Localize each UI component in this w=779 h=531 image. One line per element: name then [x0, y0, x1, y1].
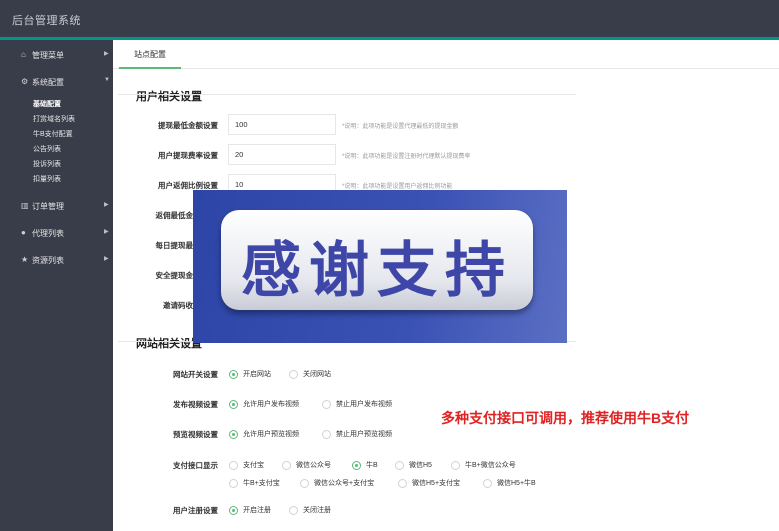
sidebar-item-label: 代理列表: [32, 229, 64, 238]
sidebar-item-label: 订单管理: [32, 202, 64, 211]
radio-label: 微信公众号+支付宝: [314, 480, 375, 487]
sidebar-subitem-complaint-list[interactable]: 投诉列表: [33, 159, 61, 169]
field-label: 提现最低金额设置: [158, 121, 218, 130]
radio-label: 微信公众号: [296, 462, 331, 469]
sidebar-item-orders[interactable]: ▥ 订单管理 ▶: [0, 193, 113, 219]
sidebar-item-resources[interactable]: ★ 资源列表 ▶: [0, 247, 113, 273]
sidebar-item-label: 系统配置: [32, 78, 64, 87]
tab-bar: 站点配置: [113, 40, 779, 69]
gears-icon: ⚙: [21, 77, 29, 86]
field-help: *说明：此项功能是设置用户返佣比例功能: [342, 184, 453, 190]
radio-circle: [483, 479, 492, 488]
withdraw-fee-rate-input[interactable]: 20: [228, 144, 336, 165]
field-label: 预览视频设置: [173, 430, 218, 439]
radio-circle: [322, 400, 331, 409]
radio-label: 牛B: [366, 462, 378, 469]
radio-label: 允许用户预览视频: [243, 431, 299, 438]
field-label: 支付接口显示: [173, 461, 218, 470]
sidebar-item-label: 管理菜单: [32, 51, 64, 60]
sidebar-subitem-payment-config[interactable]: 牛B支付配置: [33, 129, 73, 139]
app-title: 后台管理系统: [12, 15, 81, 27]
radio-circle: [229, 506, 238, 515]
field-label: 用户提现费率设置: [158, 151, 218, 160]
section-title-user: 用户相关设置: [136, 91, 202, 103]
chevron-right-icon: ▶: [104, 202, 109, 208]
sidebar-item-system-config[interactable]: ⚙ 系统配置 ▼: [0, 69, 113, 95]
section-divider: [118, 94, 576, 95]
header-bar: 后台管理系统: [0, 0, 779, 37]
sidebar-subitem-notice-list[interactable]: 公告列表: [33, 144, 61, 154]
banner-text: 感谢支持: [241, 236, 513, 306]
radio-label: 禁止用户预览视频: [336, 431, 392, 438]
star-icon: ★: [21, 255, 29, 264]
radio-circle: [289, 370, 298, 379]
user-icon: ●: [21, 228, 26, 237]
chevron-down-icon: ▼: [104, 77, 110, 83]
radio-label: 开启注册: [243, 507, 271, 514]
field-label: 发布视频设置: [173, 400, 218, 409]
radio-circle: [229, 400, 238, 409]
field-help: *说明：此项功能是设置注册时代理默认提现费率: [342, 154, 471, 160]
radio-label: 关闭网站: [303, 371, 331, 378]
chevron-right-icon: ▶: [104, 256, 109, 262]
field-label: 网站开关设置: [173, 370, 218, 379]
sidebar-item-menu[interactable]: ⌂ 管理菜单 ▶: [0, 42, 113, 68]
field-label: 返佣最低金: [155, 211, 194, 220]
field-label: 用户注册设置: [173, 506, 218, 515]
promo-text: 多种支付接口可调用，推荐使用牛B支付: [441, 410, 690, 426]
min-withdraw-amount-input[interactable]: 100: [228, 114, 336, 135]
radio-circle: [395, 461, 404, 470]
radio-circle: [300, 479, 309, 488]
radio-label: 支付宝: [243, 462, 264, 469]
field-label: 邀请码收: [163, 301, 193, 310]
banner-plate: 感谢支持: [221, 210, 533, 310]
radio-label: 牛B+支付宝: [243, 480, 280, 487]
bar-chart-icon: ▥: [21, 201, 29, 210]
radio-label: 开启网站: [243, 371, 271, 378]
radio-label: 微信H5+牛B: [497, 480, 536, 487]
radio-circle: [398, 479, 407, 488]
radio-circle: [451, 461, 460, 470]
sidebar: ⌂ 管理菜单 ▶ ⚙ 系统配置 ▼ 基础配置 打赏域名列表 牛B支付配置 公告列…: [0, 40, 113, 531]
radio-circle: [282, 461, 291, 470]
radio-label: 允许用户发布视频: [243, 401, 299, 408]
radio-circle: [229, 479, 238, 488]
field-help: *说明：此项功能是设置代理最低的提现金额: [342, 124, 459, 130]
sidebar-item-agents[interactable]: ● 代理列表 ▶: [0, 220, 113, 246]
chevron-right-icon: ▶: [104, 51, 109, 57]
home-icon: ⌂: [21, 50, 26, 59]
field-label: 安全提现金: [155, 271, 194, 280]
sidebar-subitem-domain-list[interactable]: 打赏域名列表: [33, 114, 75, 124]
radio-label: 微信H5: [409, 462, 432, 469]
radio-circle: [229, 430, 238, 439]
tab-site-config[interactable]: 站点配置: [119, 40, 181, 69]
sidebar-subitem-deduction-list[interactable]: 扣量列表: [33, 174, 61, 184]
field-label: 每日提现最: [155, 241, 194, 250]
radio-circle: [322, 430, 331, 439]
thanks-banner-image: 感谢支持: [193, 190, 567, 343]
radio-label: 微信H5+支付宝: [412, 480, 461, 487]
chevron-right-icon: ▶: [104, 229, 109, 235]
radio-circle: [229, 370, 238, 379]
sidebar-subitem-basic-config[interactable]: 基础配置: [33, 99, 61, 109]
sidebar-item-label: 资源列表: [32, 256, 64, 265]
radio-label: 牛B+微信公众号: [465, 462, 516, 469]
radio-circle: [352, 461, 361, 470]
radio-label: 禁止用户发布视频: [336, 401, 392, 408]
radio-circle: [229, 461, 238, 470]
radio-label: 关闭注册: [303, 507, 331, 514]
radio-circle: [289, 506, 298, 515]
